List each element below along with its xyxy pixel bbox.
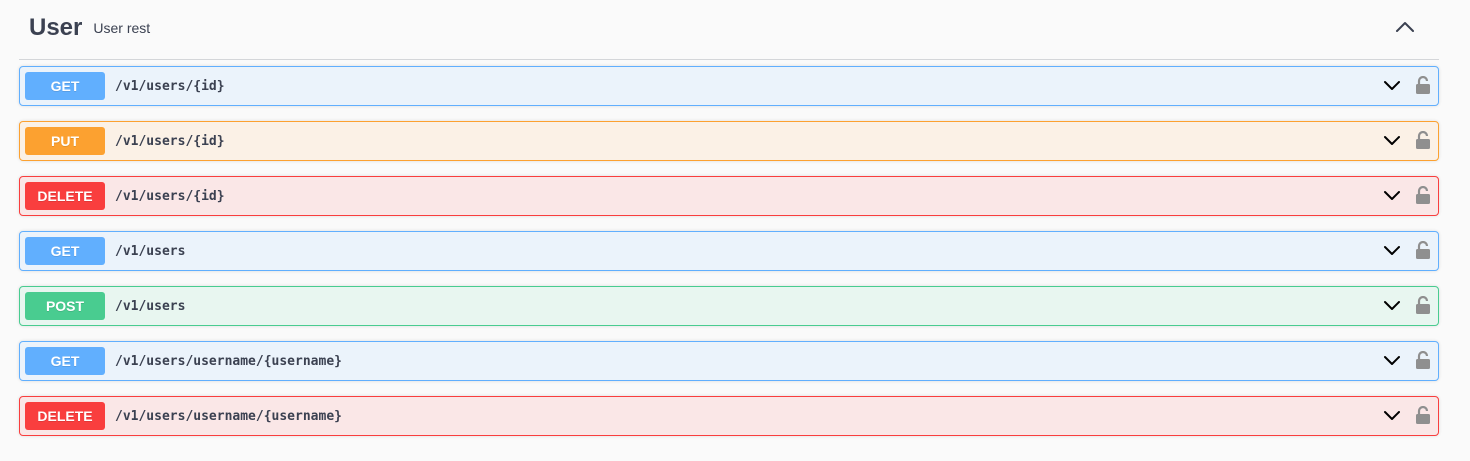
operation-row[interactable]: DELETE /v1/users/username/{username} [19, 396, 1439, 436]
method-badge: DELETE [25, 182, 105, 210]
chevron-up-icon[interactable] [1393, 17, 1417, 37]
operation-row[interactable]: POST /v1/users [19, 286, 1439, 326]
operation-path: /v1/users/{id} [115, 133, 225, 149]
method-badge: PUT [25, 127, 105, 155]
chevron-down-icon[interactable] [1382, 243, 1402, 259]
chevron-down-icon[interactable] [1382, 408, 1402, 424]
tag-header[interactable]: User User rest [19, 0, 1439, 60]
method-badge: GET [25, 72, 105, 100]
lock-icon[interactable] [1415, 295, 1431, 314]
method-badge: GET [25, 237, 105, 265]
method-badge: DELETE [25, 402, 105, 430]
method-badge: GET [25, 347, 105, 375]
lock-icon[interactable] [1415, 350, 1431, 369]
user-tag-section: User User rest GET /v1/users/{id} PUT /v… [19, 0, 1439, 436]
operations-list: GET /v1/users/{id} PUT /v1/users/{id} DE… [19, 66, 1439, 451]
operation-row[interactable]: DELETE /v1/users/{id} [19, 176, 1439, 216]
operation-row[interactable]: GET /v1/users/{id} [19, 66, 1439, 106]
operation-path: /v1/users/{id} [115, 78, 225, 94]
tag-title: User [29, 13, 83, 41]
lock-icon[interactable] [1415, 405, 1431, 424]
operation-row[interactable]: GET /v1/users [19, 231, 1439, 271]
method-badge: POST [25, 292, 105, 320]
lock-icon[interactable] [1415, 130, 1431, 149]
lock-icon[interactable] [1415, 240, 1431, 259]
lock-icon[interactable] [1415, 185, 1431, 204]
tag-description: User rest [93, 19, 151, 36]
operation-path: /v1/users [115, 243, 186, 259]
chevron-down-icon[interactable] [1382, 188, 1402, 204]
chevron-down-icon[interactable] [1382, 78, 1402, 94]
chevron-down-icon[interactable] [1382, 298, 1402, 314]
operation-row[interactable]: GET /v1/users/username/{username} [19, 341, 1439, 381]
chevron-down-icon[interactable] [1382, 133, 1402, 149]
operation-row[interactable]: PUT /v1/users/{id} [19, 121, 1439, 161]
operation-path: /v1/users/{id} [115, 188, 225, 204]
operation-path: /v1/users/username/{username} [115, 408, 342, 424]
chevron-down-icon[interactable] [1382, 353, 1402, 369]
operation-path: /v1/users [115, 298, 186, 314]
operation-path: /v1/users/username/{username} [115, 353, 342, 369]
lock-icon[interactable] [1415, 75, 1431, 94]
